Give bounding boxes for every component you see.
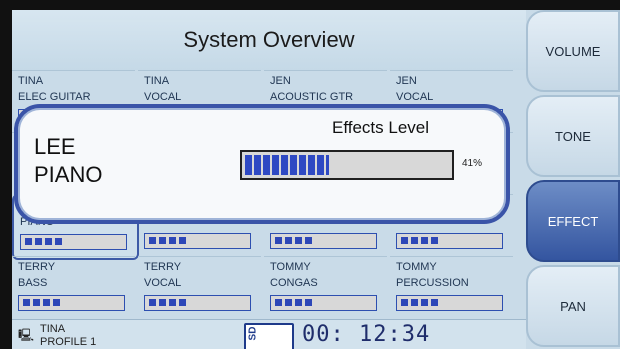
profile-label[interactable]: PROFILE 1 xyxy=(40,336,96,348)
meter-segment xyxy=(23,299,30,306)
meter-segment xyxy=(179,299,186,306)
channel-cell[interactable]: TERRY BASS xyxy=(12,256,135,319)
level-meter xyxy=(396,295,503,311)
channel-instrument: PERCUSSION xyxy=(396,277,469,289)
level-meter xyxy=(18,295,125,311)
level-meter xyxy=(396,233,503,249)
channel-name: TOMMY xyxy=(396,261,437,273)
meter-segment xyxy=(295,299,302,306)
popup-channel-name: LEE xyxy=(34,134,76,159)
level-meter xyxy=(20,234,127,250)
sd-card-indicator: SD xyxy=(244,323,294,349)
channel-name: JEN xyxy=(270,75,291,87)
meter-segment xyxy=(43,299,50,306)
channel-cell[interactable]: TOMMY PERCUSSION xyxy=(390,256,513,319)
level-meter xyxy=(144,295,251,311)
effects-level-fill xyxy=(245,155,329,175)
channel-name: TOMMY xyxy=(270,261,311,273)
channel-cell[interactable]: TOMMY CONGAS xyxy=(264,256,387,319)
channel-instrument: VOCAL xyxy=(144,277,182,289)
computer-icon: 🖳 xyxy=(18,328,35,342)
meter-segment xyxy=(411,237,418,244)
meter-segment xyxy=(431,299,438,306)
tab-pan[interactable]: PAN xyxy=(526,265,620,347)
level-meter xyxy=(270,233,377,249)
meter-segment xyxy=(431,237,438,244)
meter-segment xyxy=(285,299,292,306)
meter-segment xyxy=(53,299,60,306)
meter-segment xyxy=(55,238,62,245)
meter-segment xyxy=(401,237,408,244)
channel-instrument: VOCAL xyxy=(396,91,434,103)
meter-segment xyxy=(25,238,32,245)
meter-segment xyxy=(159,237,166,244)
channel-name: JEN xyxy=(396,75,417,87)
effects-level-slider[interactable] xyxy=(240,150,454,180)
meter-segment xyxy=(45,238,52,245)
meter-segment xyxy=(305,299,312,306)
meter-segment xyxy=(401,299,408,306)
channel-name: TINA xyxy=(144,75,170,87)
status-bar: 🖳 TINA PROFILE 1 SD 00: 12:34 xyxy=(12,319,526,349)
tab-volume[interactable]: VOLUME xyxy=(526,10,620,92)
popup-title: Effects Level xyxy=(332,118,430,137)
popup-channel-instrument: PIANO xyxy=(34,162,103,187)
meter-segment xyxy=(305,237,312,244)
mode-sidebar: VOLUME TONE EFFECT PAN xyxy=(526,10,620,349)
meter-segment xyxy=(421,237,428,244)
meter-segment xyxy=(295,237,302,244)
meter-segment xyxy=(149,237,156,244)
channel-instrument: VOCAL xyxy=(144,91,182,103)
tab-effect[interactable]: EFFECT xyxy=(526,180,620,262)
time-display: 00: 12:34 xyxy=(302,322,431,347)
channel-instrument: ACOUSTIC GTR xyxy=(270,91,354,103)
meter-segment xyxy=(159,299,166,306)
channel-instrument: ELEC GUITAR xyxy=(18,91,91,103)
meter-segment xyxy=(285,237,292,244)
sd-label: SD xyxy=(247,326,259,341)
level-meter xyxy=(270,295,377,311)
meter-segment xyxy=(179,237,186,244)
meter-segment xyxy=(169,299,176,306)
channel-cell[interactable]: TERRY VOCAL xyxy=(138,256,261,319)
channel-name: TERRY xyxy=(144,261,182,273)
channel-instrument: CONGAS xyxy=(270,277,318,289)
mixer-screen: System Overview TINA ELEC GUITAR TINA VO… xyxy=(12,10,620,349)
profile-name[interactable]: TINA xyxy=(40,323,65,335)
channel-name: TERRY xyxy=(18,261,56,273)
meter-segment xyxy=(149,299,156,306)
effects-level-percent: 41% xyxy=(462,158,483,169)
page-title: System Overview xyxy=(12,10,526,70)
meter-segment xyxy=(33,299,40,306)
meter-segment xyxy=(35,238,42,245)
channel-instrument: BASS xyxy=(18,277,48,289)
meter-segment xyxy=(275,299,282,306)
effects-level-popup[interactable]: LEE PIANO Effects Level 41% xyxy=(14,104,510,224)
level-meter xyxy=(144,233,251,249)
meter-segment xyxy=(411,299,418,306)
meter-segment xyxy=(275,237,282,244)
tab-tone[interactable]: TONE xyxy=(526,95,620,177)
meter-segment xyxy=(421,299,428,306)
channel-name: TINA xyxy=(18,75,44,87)
meter-segment xyxy=(169,237,176,244)
